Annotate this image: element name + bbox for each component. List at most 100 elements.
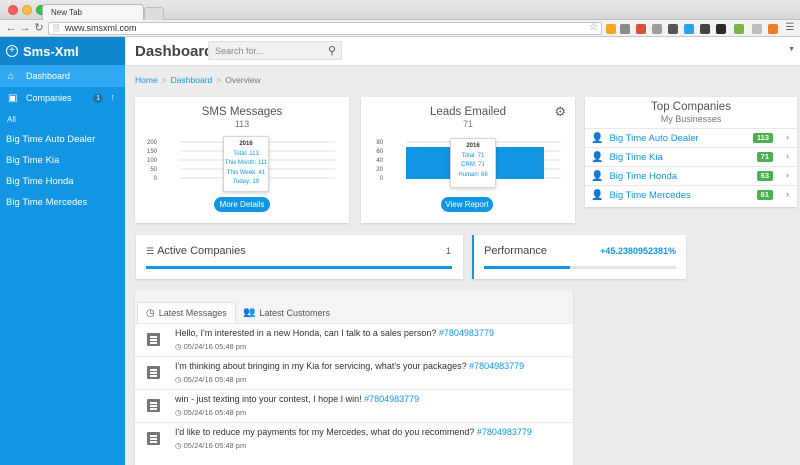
extension-icon[interactable] — [752, 24, 762, 34]
extension-icon[interactable] — [606, 24, 616, 34]
tab-latest-messages[interactable]: ◷ Latest Messages — [137, 302, 236, 323]
top-company-name: Big Time Honda — [609, 170, 678, 182]
sidebar-item-dashboard[interactable]: ⌂ Dashboard — [0, 65, 125, 87]
sidebar-company-label: Big Time Auto Dealer — [6, 134, 96, 145]
search-icon[interactable]: ⚲ — [328, 44, 336, 57]
message-text: I'm thinking about bringing in my Kia fo… — [175, 361, 524, 371]
address-url: www.smsxml.com — [65, 23, 137, 33]
extension-icon[interactable] — [620, 24, 630, 34]
sidebar: + Sms-Xml ⌂ Dashboard ▣ Companies 1 ↑ Al… — [0, 37, 125, 465]
top-company-count-badge: 113 — [752, 133, 773, 143]
message-icon — [147, 399, 160, 412]
extension-icon[interactable] — [700, 24, 710, 34]
breadcrumb: Home > Dashboard > Overview — [135, 75, 261, 85]
chevron-down-icon[interactable]: ▼ — [788, 46, 795, 53]
top-company-row[interactable]: 👤 Big Time Auto Dealer 113 › — [585, 128, 797, 147]
sms-messages-card: SMS Messages 113 200 150 100 50 0 2016 Total… — [135, 97, 349, 223]
more-details-button[interactable]: More Details — [214, 197, 270, 212]
top-company-count-badge: 61 — [756, 190, 773, 200]
sidebar-company-label: Big Time Kia — [6, 155, 60, 166]
clock-icon: ◷ — [175, 375, 182, 384]
top-companies-card: Top Companies My Businesses 👤 Big Time A… — [585, 97, 797, 207]
search-input[interactable]: Search for... ⚲ — [208, 41, 342, 60]
message-item[interactable]: Hello, I'm interested in a new Honda, ca… — [135, 323, 573, 356]
top-company-count-badge: 71 — [756, 152, 773, 162]
top-company-count-badge: 63 — [756, 171, 773, 181]
tooltip-today: Today: 19 — [232, 179, 260, 185]
message-body: win - just texting into your contest, I … — [175, 394, 362, 404]
axis-tick-label: 150 — [147, 149, 158, 155]
sidebar-company-item[interactable]: Big Time Kia — [0, 150, 125, 171]
message-timestamp: 05/24/16 05:48 pm — [183, 408, 247, 417]
sidebar-company-label: Big Time Honda — [6, 176, 74, 187]
message-item[interactable]: win - just texting into your contest, I … — [135, 389, 573, 422]
axis-tick-label: 100 — [147, 158, 158, 164]
extension-icon[interactable] — [684, 24, 694, 34]
breadcrumb-dashboard[interactable]: Dashboard — [171, 75, 213, 85]
top-company-row[interactable]: 👤 Big Time Kia 71 › — [585, 147, 797, 166]
breadcrumb-home[interactable]: Home — [135, 75, 158, 85]
message-timestamp: 05/24/16 05:48 pm — [183, 441, 247, 450]
sidebar-company-item[interactable]: Big Time Mercedes — [0, 192, 125, 213]
gear-icon[interactable]: ⚙ — [554, 104, 566, 120]
page-header: Dashboard Search for... ⚲ ▼ — [125, 37, 800, 66]
active-companies-progress-bar — [146, 266, 452, 269]
message-item[interactable]: I'd like to reduce my payments for my Me… — [135, 422, 573, 455]
leads-card-title: Leads Emailed — [429, 106, 507, 118]
home-icon: ⌂ — [8, 70, 15, 82]
clock-icon: ◷ — [175, 408, 182, 417]
sidebar-company-item[interactable]: Big Time Auto Dealer — [0, 129, 125, 150]
view-report-button[interactable]: View Report — [441, 197, 493, 212]
filter-label: All — [7, 114, 16, 124]
chevron-right-icon: › — [786, 132, 789, 142]
arrow-up-icon[interactable]: ↑ — [111, 92, 116, 102]
new-tab-button[interactable] — [144, 7, 164, 20]
extension-icon[interactable] — [716, 24, 726, 34]
brand-name: Sms-Xml — [23, 43, 79, 59]
tab-latest-customers[interactable]: 👥 Latest Customers — [235, 302, 338, 323]
message-body: I'm thinking about bringing in my Kia fo… — [175, 361, 467, 371]
message-time: ◷ 05/24/16 05:48 pm — [175, 441, 246, 450]
address-bar[interactable]: 🗎 www.smsxml.com ☆ — [48, 22, 602, 35]
axis-tick-label: 200 — [147, 140, 158, 146]
browser-tab[interactable]: New Tab — [42, 4, 144, 20]
browser-titlebar: New Tab — [0, 0, 800, 20]
sidebar-company-item[interactable]: Big Time Honda — [0, 171, 125, 192]
messages-panel: ◷ Latest Messages 👥 Latest Customers Hel… — [135, 290, 573, 465]
top-company-row[interactable]: 👤 Big Time Mercedes 61 › — [585, 185, 797, 204]
extension-icon[interactable] — [768, 24, 778, 34]
add-user-icon: 👥 — [243, 307, 256, 318]
menu-icon[interactable]: ☰ — [784, 22, 796, 34]
top-company-row[interactable]: 👤 Big Time Honda 63 › — [585, 166, 797, 185]
message-phone-tag[interactable]: #7804983779 — [439, 328, 494, 338]
active-companies-card: ☰ Active Companies 1 — [136, 235, 463, 279]
sidebar-item-label: Dashboard — [26, 71, 71, 81]
extension-icon[interactable] — [652, 24, 662, 34]
bookmark-star-icon[interactable]: ☆ — [589, 22, 598, 33]
performance-progress-bar — [484, 266, 571, 269]
message-phone-tag[interactable]: #7804983779 — [477, 427, 532, 437]
extension-icon[interactable] — [734, 24, 744, 34]
active-companies-title: ☰ Active Companies — [146, 245, 246, 257]
close-window-button[interactable] — [8, 5, 18, 15]
reload-icon[interactable]: ↻ — [33, 22, 45, 34]
tooltip-month: This Month: 111 — [224, 160, 268, 166]
filter-all[interactable]: All — [0, 109, 125, 129]
tab-label: Latest Customers — [259, 307, 330, 318]
brand[interactable]: + Sms-Xml — [0, 37, 125, 65]
plus-circle-icon: + — [6, 45, 18, 57]
extension-icon[interactable] — [668, 24, 678, 34]
axis-tick-label: 0 — [380, 176, 384, 182]
message-time: ◷ 05/24/16 05:48 pm — [175, 408, 246, 417]
message-phone-tag[interactable]: #7804983779 — [469, 361, 524, 371]
message-item[interactable]: I'm thinking about bringing in my Kia fo… — [135, 356, 573, 389]
minimize-window-button[interactable] — [22, 5, 32, 15]
sidebar-item-companies[interactable]: ▣ Companies 1 ↑ — [0, 87, 125, 109]
breadcrumb-current: Overview — [225, 75, 261, 85]
back-icon[interactable]: ← — [5, 22, 17, 34]
message-timestamp: 05/24/16 05:48 pm — [183, 375, 247, 384]
forward-icon[interactable]: → — [19, 22, 31, 34]
message-phone-tag[interactable]: #7804983779 — [364, 394, 419, 404]
extension-icon[interactable] — [636, 24, 646, 34]
axis-tick-label: 20 — [376, 167, 383, 173]
